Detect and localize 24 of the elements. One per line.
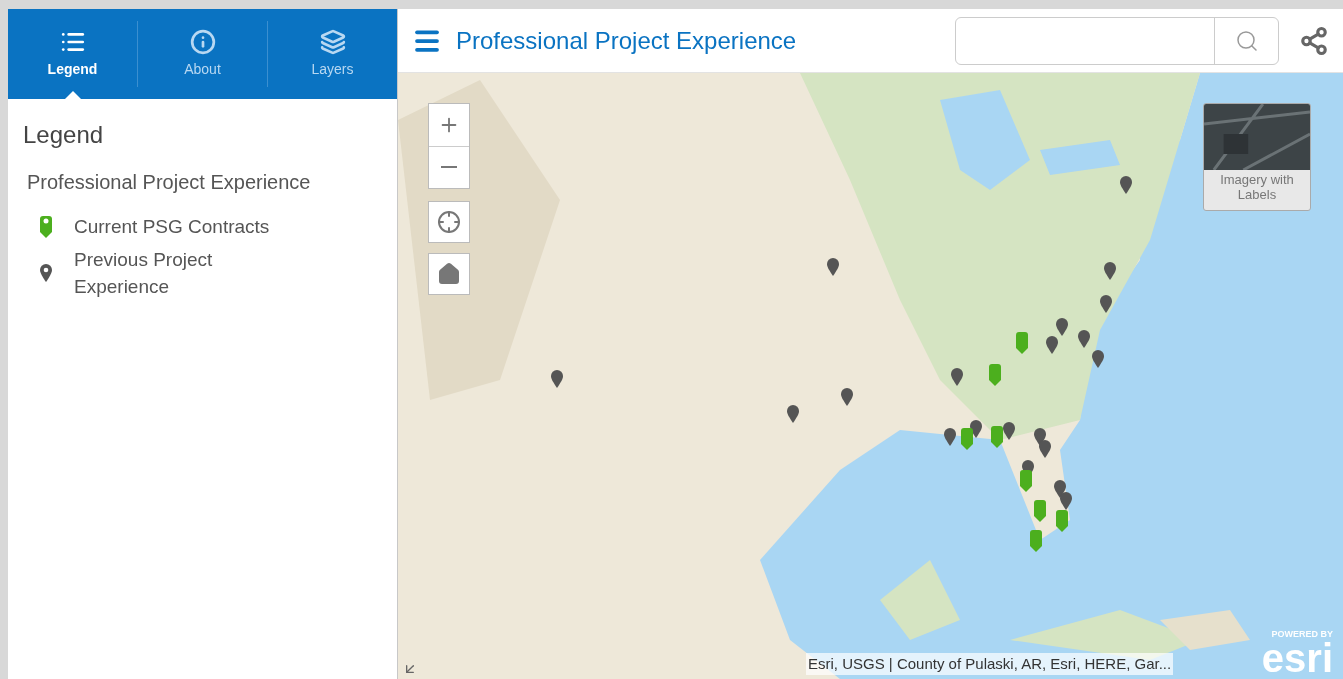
locate-button[interactable] (428, 201, 470, 243)
legend-label: Current PSG Contracts (74, 215, 271, 239)
search-icon[interactable] (1234, 28, 1259, 53)
sidebar-tab[interactable]: Layers (268, 28, 397, 80)
crosshair-icon (437, 210, 461, 234)
legend-heading: Legend (23, 120, 105, 150)
home-icon (437, 262, 461, 286)
search-field[interactable] (955, 16, 1279, 65)
app-title: Professional Project Experience (456, 25, 798, 56)
attribution-text: Esri, USGS | County of Pulaski, AR, Esri, HERE, Gar... (806, 652, 1174, 675)
minus-icon (441, 166, 457, 169)
layer-title: Professional Project Experience (27, 170, 312, 195)
info-icon (189, 28, 216, 55)
sidebar-tab[interactable]: Legend (8, 28, 137, 80)
share-icon[interactable] (1299, 25, 1329, 56)
legend-label: Previous Project Experience (74, 248, 214, 299)
pin-icon (40, 264, 52, 282)
home-button[interactable] (428, 253, 470, 295)
layers-icon (319, 28, 346, 55)
marker-pin-icon (39, 215, 53, 238)
basemap-toggle[interactable]: Imagery with Labels (1203, 103, 1311, 211)
esri-logo: POWERED BY esri (1261, 630, 1333, 677)
sidebar-tab[interactable]: About (138, 28, 267, 80)
selected-tab-pointer (64, 91, 81, 99)
